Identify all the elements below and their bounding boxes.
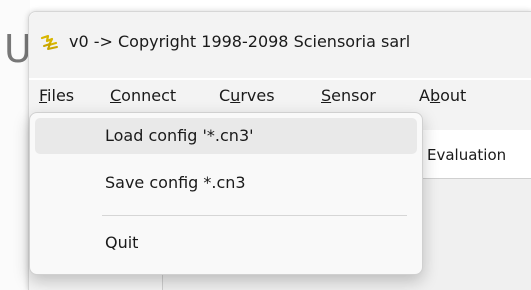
- menu-item-quit[interactable]: Quit: [35, 225, 417, 261]
- menu-files-mnemonic: F: [39, 86, 48, 105]
- menu-bar: Files Connect Curves Sensor About: [29, 80, 531, 111]
- screen: U v0 -> Copyright 1998-2098 Sciensoria s…: [0, 0, 531, 290]
- menu-connect-rest: onnect: [121, 86, 177, 105]
- tab-evaluation[interactable]: Evaluation: [412, 132, 521, 178]
- menu-sensor-mnemonic: S: [321, 86, 332, 105]
- menu-curves-mnemonic: u: [230, 86, 241, 105]
- files-dropdown-menu: Load config '*.cn3' Save config *.cn3 Qu…: [29, 112, 423, 275]
- menu-about-pre: A: [419, 86, 430, 105]
- menu-curves-pre: C: [219, 86, 231, 105]
- menu-item-save-config-label: Save config *.cn3: [105, 173, 246, 192]
- menu-about[interactable]: About: [419, 86, 466, 105]
- menu-sensor-rest: ensor: [331, 86, 376, 105]
- menu-sensor[interactable]: Sensor: [321, 86, 376, 105]
- menu-about-mnemonic: b: [429, 86, 441, 105]
- menu-item-load-config-label: Load config '*.cn3': [105, 126, 254, 145]
- menu-connect-mnemonic: C: [110, 86, 122, 105]
- window-title: v0 -> Copyright 1998-2098 Sciensoria sar…: [69, 32, 411, 51]
- menu-curves[interactable]: Curves: [219, 86, 275, 105]
- title-bar[interactable]: v0 -> Copyright 1998-2098 Sciensoria sar…: [29, 12, 531, 78]
- menu-files[interactable]: Files: [39, 86, 74, 105]
- menu-curves-rest: rves: [240, 86, 275, 105]
- menu-item-quit-label: Quit: [105, 233, 139, 252]
- menu-connect[interactable]: Connect: [110, 86, 176, 105]
- menu-about-rest: out: [440, 86, 467, 105]
- menu-item-load-config[interactable]: Load config '*.cn3': [35, 118, 417, 154]
- menu-files-rest: iles: [47, 86, 75, 105]
- app-icon: [40, 34, 58, 50]
- menu-separator: [102, 215, 407, 216]
- menu-item-save-config[interactable]: Save config *.cn3: [35, 165, 417, 201]
